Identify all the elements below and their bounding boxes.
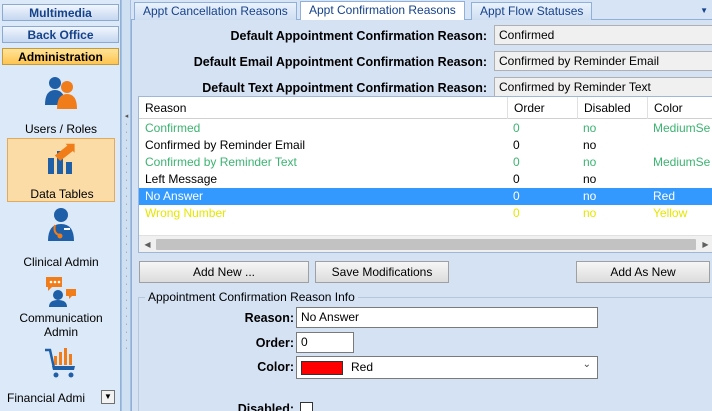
cell-color: MediumSe <box>653 155 711 169</box>
nav-tile-label: Financial Admi <box>7 391 86 405</box>
order-label-wrap: Order: <box>139 336 294 356</box>
reason-label: Reason: <box>244 311 294 325</box>
tab-appt-confirmation-reasons[interactable]: Appt Confirmation Reasons <box>300 1 465 21</box>
cell-order: 0 <box>513 172 520 186</box>
color-label-wrap: Color: <box>139 360 294 380</box>
navigation-pane: Multimedia Back Office Administration Us… <box>0 0 121 411</box>
default-email-confirmation-label: Default Email Appointment Confirmation R… <box>193 55 487 69</box>
nav-tile-label: Clinical Admin <box>23 255 99 269</box>
cell-disabled: no <box>583 121 597 135</box>
default-text-confirmation-field[interactable]: Confirmed by Reminder Text <box>494 77 712 97</box>
reason-label-wrap: Reason: <box>139 311 294 331</box>
cell-reason: Left Message <box>145 172 218 186</box>
nav-header-administration[interactable]: Administration <box>2 48 119 65</box>
cell-reason: Confirmed by Reminder Email <box>145 138 306 152</box>
reason-info-group: Appointment Confirmation Reason Info Rea… <box>138 290 712 411</box>
nav-tile-data-tables[interactable]: Data Tables <box>7 138 115 202</box>
users-icon <box>44 75 78 112</box>
disabled-label-wrap: Disabled: <box>139 402 294 411</box>
cell-color: MediumSe <box>653 121 711 135</box>
color-label: Color: <box>257 360 294 374</box>
data-tables-icon <box>44 142 78 179</box>
cell-disabled: no <box>583 189 597 203</box>
cell-reason: Confirmed <box>145 121 201 135</box>
tab-appt-cancellation-reasons[interactable]: Appt Cancellation Reasons <box>134 2 297 20</box>
default-confirmation-field[interactable]: Confirmed <box>494 25 712 45</box>
default-text-confirmation-label: Default Text Appointment Confirmation Re… <box>202 81 487 95</box>
cell-reason: Confirmed by Reminder Text <box>145 155 297 169</box>
nav-tile-users-roles[interactable]: Users / Roles <box>7 70 115 136</box>
save-modifications-button[interactable]: Save Modifications <box>315 261 449 283</box>
clinician-icon <box>45 207 77 244</box>
disabled-label: Disabled: <box>237 402 294 411</box>
scroll-left-icon[interactable]: ◀ <box>141 238 154 251</box>
order-label: Order: <box>255 336 294 350</box>
cell-color <box>647 137 712 154</box>
cell-disabled: no <box>583 206 597 220</box>
reasons-grid[interactable]: Reason Order Disabled Color Confirmed 0 no… <box>138 96 712 253</box>
triangle-down-icon[interactable]: ▼ <box>700 6 708 15</box>
cell-order: 0 <box>513 138 520 152</box>
table-row[interactable]: Wrong Number 0 no Yellow <box>139 205 712 222</box>
table-row[interactable]: Confirmed by Reminder Email 0 no <box>139 137 712 154</box>
table-row[interactable]: Left Message 0 no <box>139 171 712 188</box>
table-row[interactable]: Confirmed by Reminder Text 0 no MediumSe <box>139 154 712 171</box>
cell-color <box>647 171 712 188</box>
cell-order: 0 <box>513 155 520 169</box>
nav-header-back-office[interactable]: Back Office <box>2 26 119 43</box>
nav-overflow-button[interactable]: ▼ <box>101 390 115 404</box>
column-header-disabled[interactable]: Disabled <box>577 97 647 119</box>
disabled-checkbox[interactable] <box>300 402 313 411</box>
triangle-down-icon: ▼ <box>104 392 112 401</box>
color-dropdown[interactable]: Red ⌄ <box>296 356 598 379</box>
scroll-right-icon[interactable]: ▶ <box>699 238 712 251</box>
table-row[interactable]: No Answer 0 no Red <box>139 188 712 205</box>
default-confirmation-label: Default Appointment Confirmation Reason: <box>230 29 487 43</box>
add-as-new-button[interactable]: Add As New <box>576 261 710 283</box>
grid-header: Reason Order Disabled Color <box>139 97 712 119</box>
nav-tile-label: Users / Roles <box>24 122 98 136</box>
cell-color: Yellow <box>653 206 688 220</box>
scrollbar-thumb[interactable] <box>156 239 696 250</box>
reason-input[interactable]: No Answer <box>296 307 598 328</box>
tab-strip: Appt Cancellation Reasons Appt Confirmat… <box>131 0 712 21</box>
nav-tile-financial-admin[interactable]: Financial Admi <box>7 344 115 411</box>
color-swatch <box>301 361 343 375</box>
nav-header-multimedia[interactable]: Multimedia <box>2 4 119 21</box>
cart-chart-icon <box>44 346 78 383</box>
cell-order: 0 <box>513 189 520 203</box>
default-email-confirmation-row: Default Email Appointment Confirmation R… <box>132 51 712 73</box>
horizontal-scrollbar[interactable]: ◀ ▶ <box>139 235 712 252</box>
color-dropdown-value: Red <box>351 360 374 374</box>
cell-color: Red <box>653 189 676 203</box>
column-header-color[interactable]: Color <box>647 97 712 119</box>
cell-disabled: no <box>583 172 597 186</box>
cell-order: 0 <box>513 121 520 135</box>
cell-order: 0 <box>513 206 520 220</box>
pane-splitter[interactable]: ◂ · · · · · · · · · · · · · · · · · · · · · · · · · · · · · <box>121 0 131 411</box>
communication-icon <box>44 275 78 310</box>
cell-reason: No Answer <box>145 189 204 203</box>
table-row[interactable]: Confirmed 0 no MediumSe <box>139 120 712 137</box>
confirmation-reasons-panel: Default Appointment Confirmation Reason:… <box>131 20 712 411</box>
add-new-button[interactable]: Add New ... <box>139 261 309 283</box>
chevron-down-icon[interactable]: ⌄ <box>583 359 591 370</box>
nav-tile-clinical-admin[interactable]: Clinical Admin <box>7 204 115 270</box>
nav-tile-communication-admin[interactable]: Communication Admin <box>7 272 115 342</box>
reason-info-legend: Appointment Confirmation Reason Info <box>145 290 358 304</box>
default-confirmation-row: Default Appointment Confirmation Reason:… <box>132 25 712 47</box>
column-header-order[interactable]: Order <box>507 97 577 119</box>
cell-reason: Wrong Number <box>145 206 227 220</box>
splitter-grip-icon: ◂ · · · · · · · · · · · · · · · · · · · · · · · · · · · · · <box>124 113 129 352</box>
default-email-confirmation-field[interactable]: Confirmed by Reminder Email <box>494 51 712 71</box>
cell-disabled: no <box>583 155 597 169</box>
main-content: Appt Cancellation Reasons Appt Confirmat… <box>131 0 712 411</box>
nav-tile-label: Communication Admin <box>19 311 103 339</box>
column-header-reason[interactable]: Reason <box>139 97 507 119</box>
order-input[interactable]: 0 <box>296 332 354 353</box>
cell-disabled: no <box>583 138 597 152</box>
tab-appt-flow-statuses[interactable]: Appt Flow Statuses <box>471 2 593 20</box>
nav-tile-label: Data Tables <box>30 187 94 201</box>
